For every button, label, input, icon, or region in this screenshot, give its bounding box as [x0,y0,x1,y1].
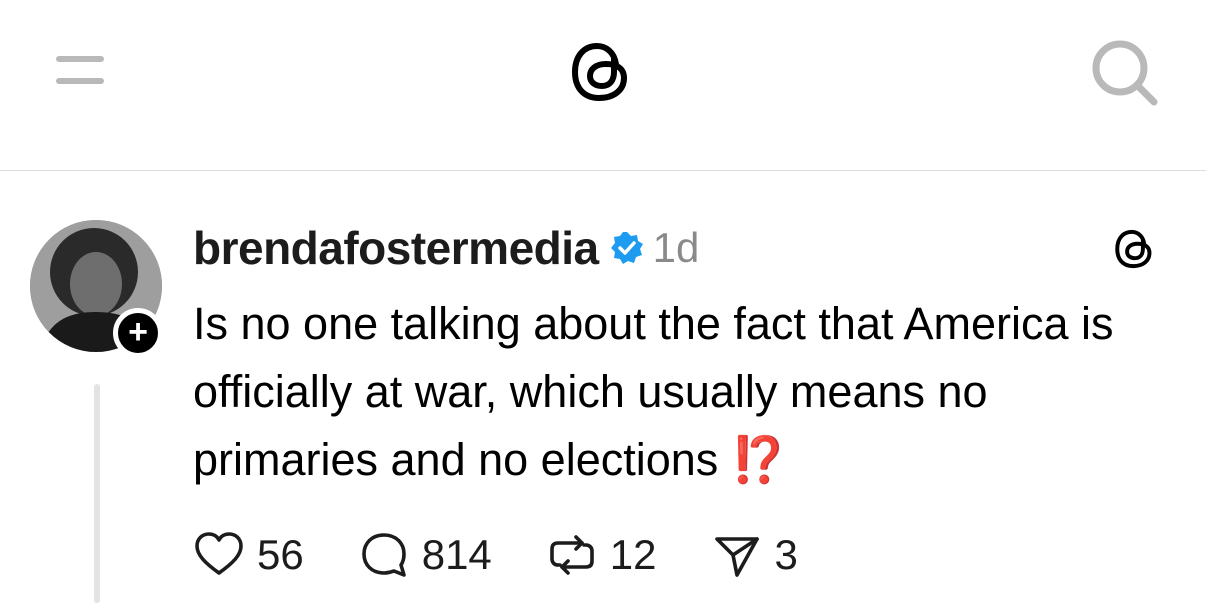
plus-icon: + [128,313,148,351]
share-button[interactable]: 3 [711,529,798,581]
search-icon[interactable] [1086,36,1162,108]
post-timestamp: 1d [652,224,700,271]
repost-button[interactable]: 12 [546,529,657,581]
exclamation-question-emoji: ⁉️ [730,434,787,485]
post-card: + brendafostermedia 1d Is no one talking… [0,172,1206,603]
verified-badge-icon [610,232,643,264]
repost-count: 12 [609,531,657,578]
top-bar [0,0,1206,171]
post-body: Is no one talking about the fact that Am… [193,290,1183,494]
hamburger-menu-icon[interactable] [52,48,108,92]
post-meta: brendafostermedia 1d [193,220,699,276]
username[interactable]: brendafostermedia [193,221,599,275]
heart-icon [195,532,243,575]
share-count: 3 [774,531,798,578]
repost-icon [549,535,594,575]
reply-count: 814 [421,531,492,578]
follow-button[interactable]: + [113,308,163,358]
post-actions: 56 814 12 3 [193,522,852,588]
like-count: 56 [257,531,304,578]
thread-line [94,384,100,603]
send-icon [714,537,759,577]
comment-bubble-icon [361,533,406,577]
like-button[interactable]: 56 [193,529,304,581]
reply-button[interactable]: 814 [358,529,492,581]
threads-logo-icon [1115,229,1152,269]
threads-logo-icon[interactable] [564,34,640,110]
post-text: Is no one talking about the fact that Am… [193,298,1114,485]
